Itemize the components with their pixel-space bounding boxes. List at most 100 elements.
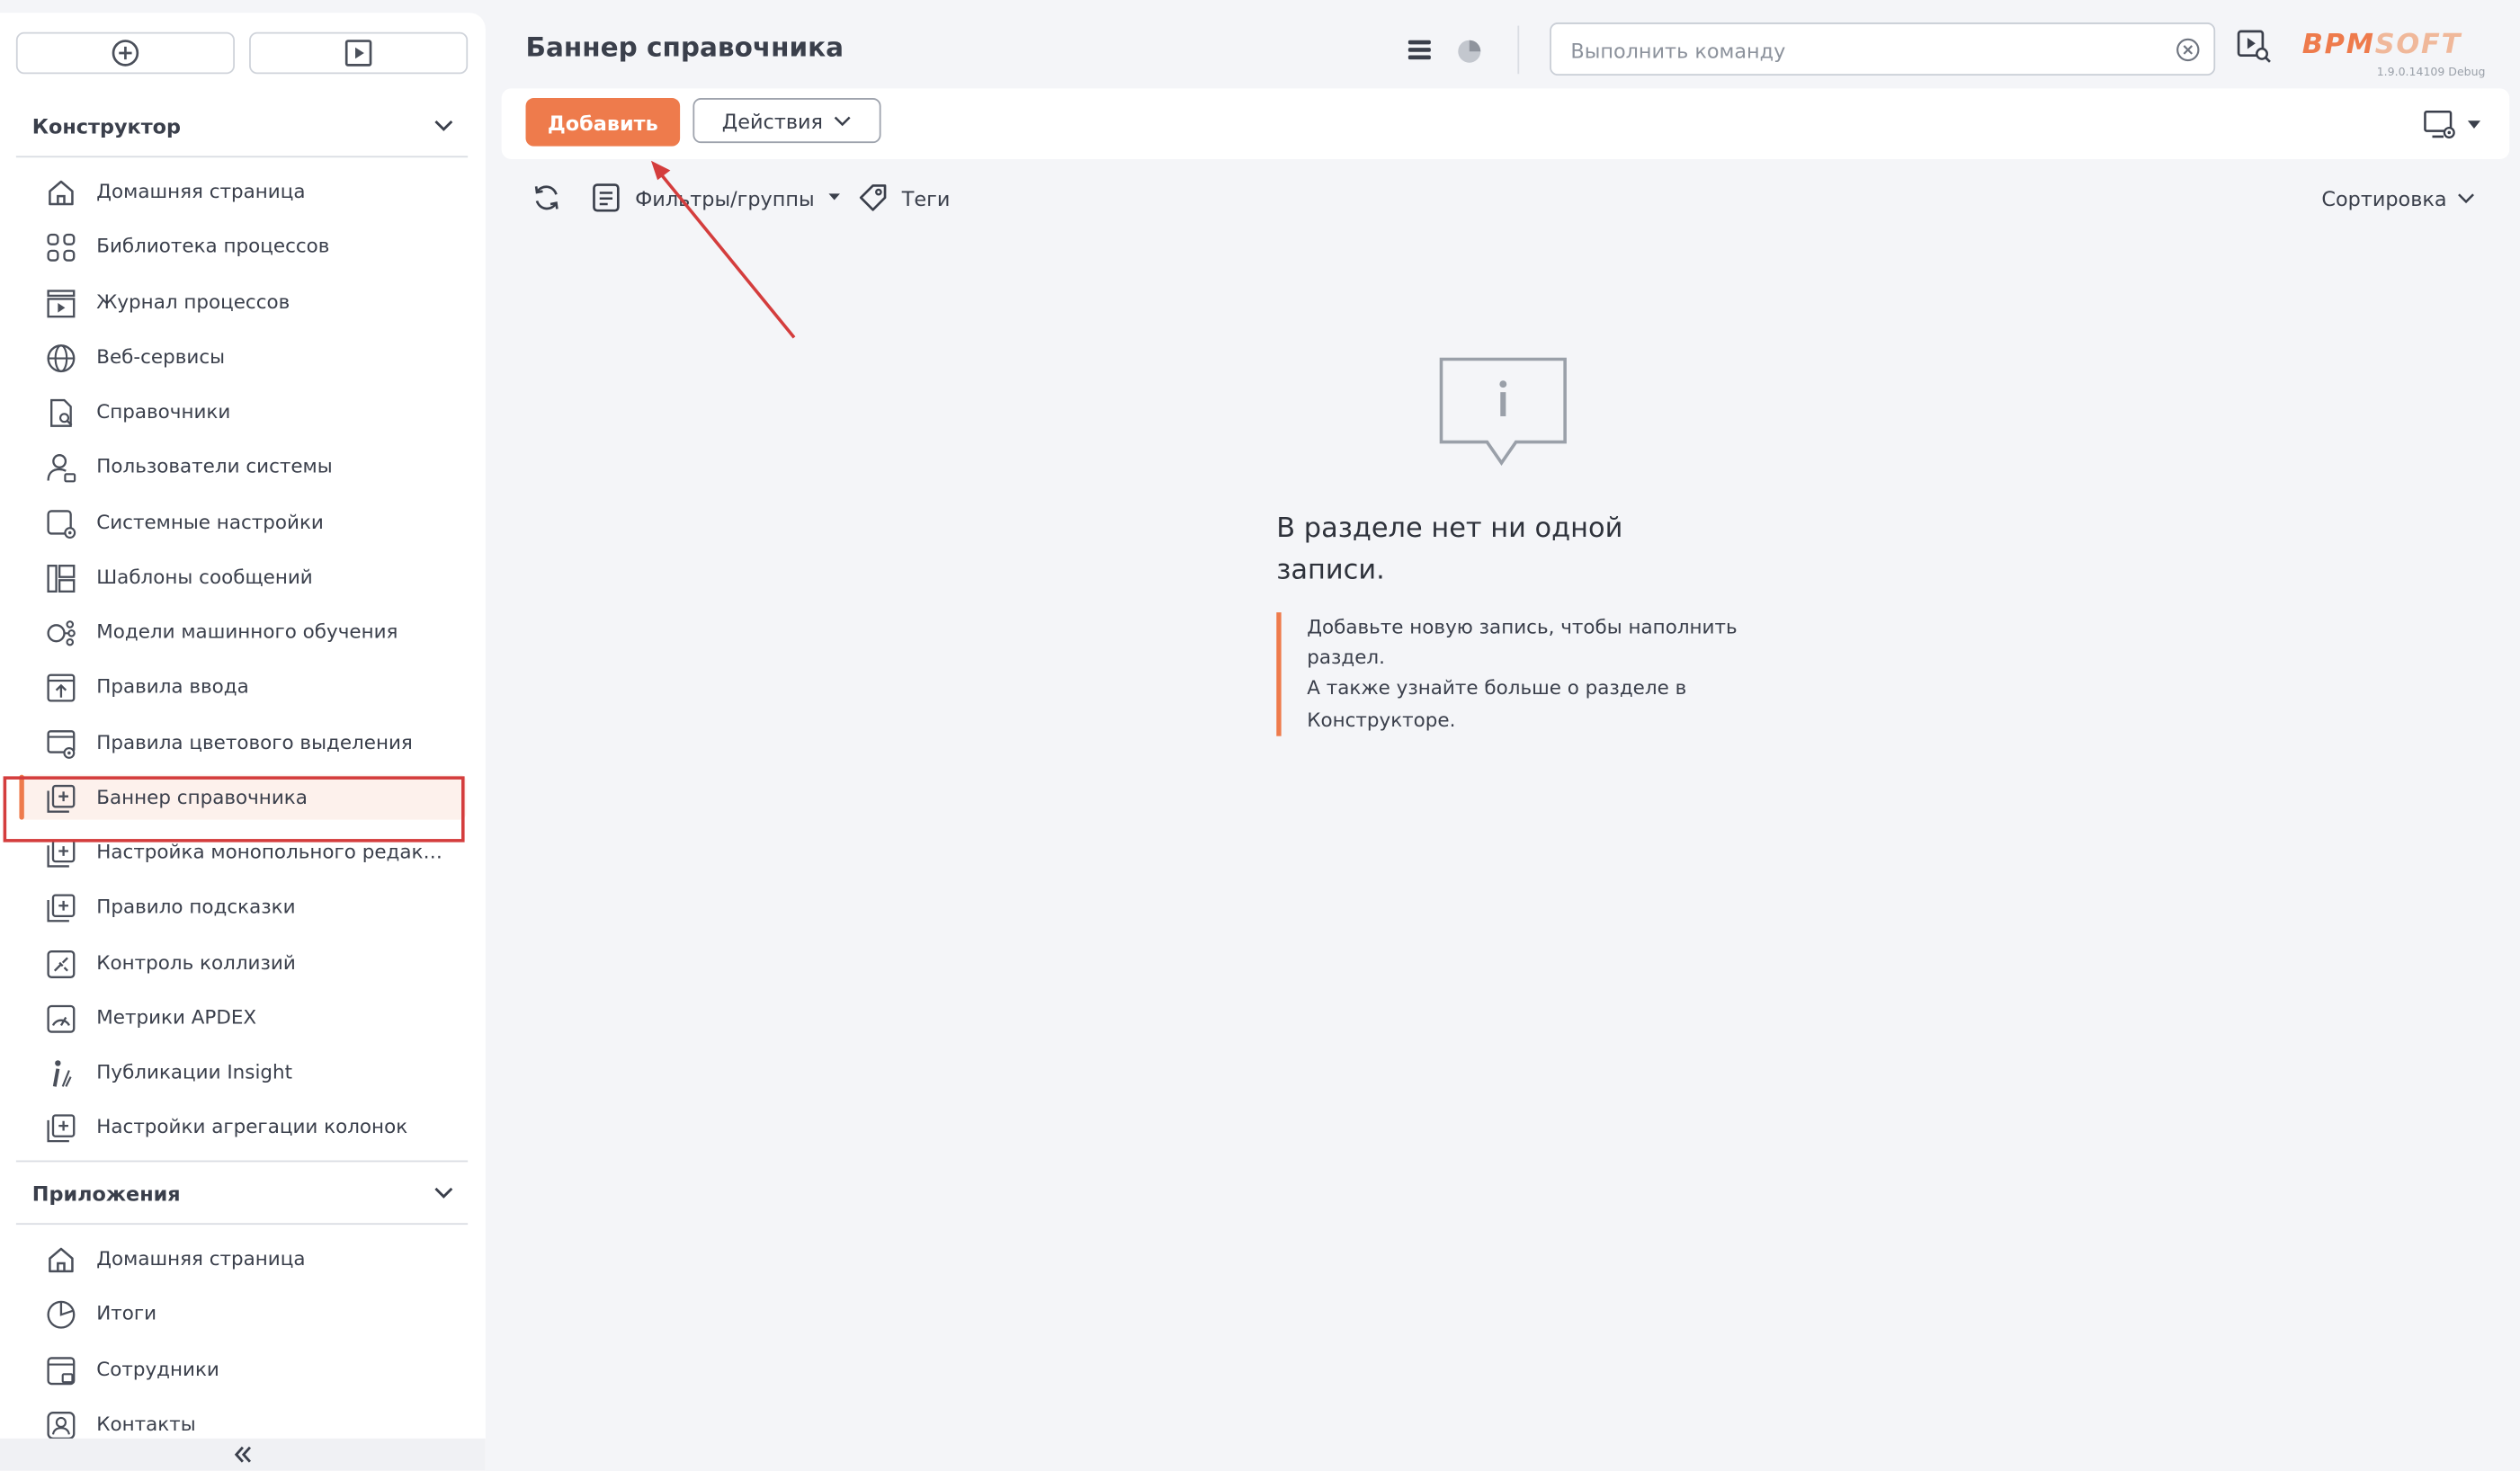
sidebar-item[interactable]: Журнал процессов (0, 276, 486, 327)
filters-label: Фильтры/группы (635, 185, 815, 210)
tag-icon (859, 184, 887, 211)
logo-soft: SOFT (2374, 29, 2462, 61)
sidebar-item-label: Журнал процессов (96, 290, 290, 313)
collapse-sidebar-button[interactable] (0, 1438, 486, 1471)
list-view-icon[interactable] (1405, 35, 1434, 64)
empty-state-description: Добавьте новую запись, чтобы наполнить р… (1276, 612, 1773, 736)
sidebar-item[interactable]: Библиотека процессов (0, 220, 486, 272)
sidebar-item[interactable]: Правила ввода (0, 661, 486, 712)
process-library-icon (47, 234, 76, 263)
app-root: Конструктор Домашняя страница Библиотека … (0, 0, 2520, 1471)
sidebar-item[interactable]: Домашняя страница (0, 165, 486, 217)
monitor-settings-icon (2424, 110, 2455, 138)
process-log-icon (47, 289, 76, 317)
home-icon (49, 1247, 74, 1273)
sidebar-item-label: Справочники (96, 400, 231, 423)
filter-row: Фильтры/группы Теги Сортировка (531, 180, 2476, 215)
sidebar-section-designer[interactable]: Конструктор (15, 94, 469, 158)
sort-button[interactable]: Сортировка (2321, 180, 2475, 215)
chevron-down-icon (2458, 193, 2474, 204)
sidebar-item[interactable]: Контроль коллизий (0, 936, 486, 987)
empty-state-line-1: Добавьте новую запись, чтобы наполнить р… (1307, 615, 1738, 669)
employees-icon (47, 1356, 76, 1385)
sidebar-item-label: Библиотека процессов (96, 235, 330, 258)
refresh-icon (534, 185, 559, 210)
sidebar-item[interactable]: Модели машинного обучения (0, 606, 486, 657)
page-title: Баннер справочника (525, 31, 844, 63)
sidebar-item[interactable]: Домашняя страница (0, 1233, 486, 1284)
sidebar-item-label: Пользователи системы (96, 455, 333, 478)
lookup-icon (50, 398, 73, 427)
sidebar-item-label: Веб-сервисы (96, 344, 226, 368)
clear-icon[interactable] (2175, 37, 2201, 63)
insight-icon (52, 1060, 72, 1087)
sidebar-item[interactable]: Справочники (0, 386, 486, 437)
caret-down-icon (827, 193, 840, 201)
info-bubble-icon (1439, 357, 1567, 466)
refresh-button[interactable] (531, 180, 563, 215)
sidebar-item[interactable]: Метрики APDEX (0, 991, 486, 1042)
section-title-designer: Конструктор (31, 113, 182, 138)
chevron-down-icon (434, 120, 453, 131)
view-settings-button[interactable] (2423, 110, 2481, 142)
section-title-apps: Приложения (31, 1180, 181, 1205)
tags-button[interactable]: Теги (857, 180, 951, 215)
sidebar-item-label: Правила ввода (96, 675, 249, 699)
sidebar-item-label: Сотрудники (96, 1357, 219, 1380)
sidebar-item[interactable]: Веб-сервисы (0, 331, 486, 382)
sidebar-item-label: Настройка монопольного редактирования (96, 840, 450, 863)
sidebar-section-apps[interactable]: Приложения (15, 1160, 469, 1226)
sidebar-item[interactable]: Сотрудники (0, 1342, 486, 1394)
actions-button[interactable]: Действия (693, 98, 881, 144)
brand-logo: BPMSOFT (2302, 29, 2462, 61)
double-chevron-left-icon (234, 1446, 252, 1463)
pie-chart-icon (47, 1301, 76, 1330)
tags-label: Теги (901, 185, 951, 210)
color-rules-icon (47, 729, 76, 758)
user-lock-icon (47, 454, 76, 483)
sidebar-item[interactable]: Пользователи системы (0, 441, 486, 492)
command-input[interactable] (1567, 23, 2169, 77)
process-run-icon[interactable] (2236, 29, 2271, 64)
play-button[interactable] (249, 31, 469, 75)
settings-square-icon (47, 509, 76, 539)
sidebar-item[interactable]: Правила цветового выделения (0, 716, 486, 767)
sidebar-item[interactable]: Правило подсказки (0, 881, 486, 932)
sidebar-item-label: Домашняя страница (96, 180, 306, 203)
sidebar-item-label: Шаблоны сообщений (96, 565, 313, 588)
sidebar-item-label: Публикации Insight (96, 1060, 293, 1083)
sidebar-item-label: Настройки агрегации колонок (96, 1115, 408, 1138)
sidebar-item[interactable]: Шаблоны сообщений (0, 551, 486, 602)
empty-state-line-2: А также узнайте больше о разделе в Конст… (1307, 677, 1687, 731)
home-icon (49, 180, 74, 206)
sidebar-item-label: Правила цветового выделения (96, 730, 413, 753)
annotation-highlight-box (3, 776, 465, 842)
input-rules-icon (47, 674, 76, 702)
chevron-down-icon (434, 1187, 453, 1199)
collision-icon (47, 949, 76, 978)
command-field[interactable] (1550, 22, 2216, 77)
action-toolbar: Добавить Действия (501, 88, 2510, 159)
ml-model-icon (47, 620, 76, 646)
add-circle-button[interactable] (15, 31, 235, 75)
filters-groups-button[interactable]: Фильтры/группы (590, 180, 840, 215)
sidebar-item[interactable]: Настройки агрегации колонок (0, 1101, 486, 1153)
analytics-view-icon[interactable] (1455, 35, 1484, 64)
sidebar-item-label: Системные настройки (96, 510, 324, 533)
sidebar-item-label: Контакты (96, 1412, 196, 1435)
actions-label: Действия (721, 108, 823, 133)
sidebar-item-label: Контроль коллизий (96, 950, 296, 974)
chevron-down-icon (834, 116, 851, 127)
sidebar-item[interactable]: Итоги (0, 1288, 486, 1339)
globe-icon (47, 343, 76, 372)
add-button[interactable]: Добавить (525, 98, 681, 147)
sidebar-item-label: Правило подсказки (96, 896, 296, 919)
sidebar-item[interactable]: Публикации Insight (0, 1047, 486, 1098)
aggregation-icon (47, 1114, 76, 1143)
template-icon (47, 564, 76, 593)
logo-bpm: BPM (2301, 29, 2375, 61)
sidebar-item-label: Модели машинного обучения (96, 620, 398, 643)
sidebar-item[interactable]: Системные настройки (0, 495, 486, 547)
header-separator (1517, 25, 1520, 75)
sidebar-item-label: Домашняя страница (96, 1247, 306, 1270)
